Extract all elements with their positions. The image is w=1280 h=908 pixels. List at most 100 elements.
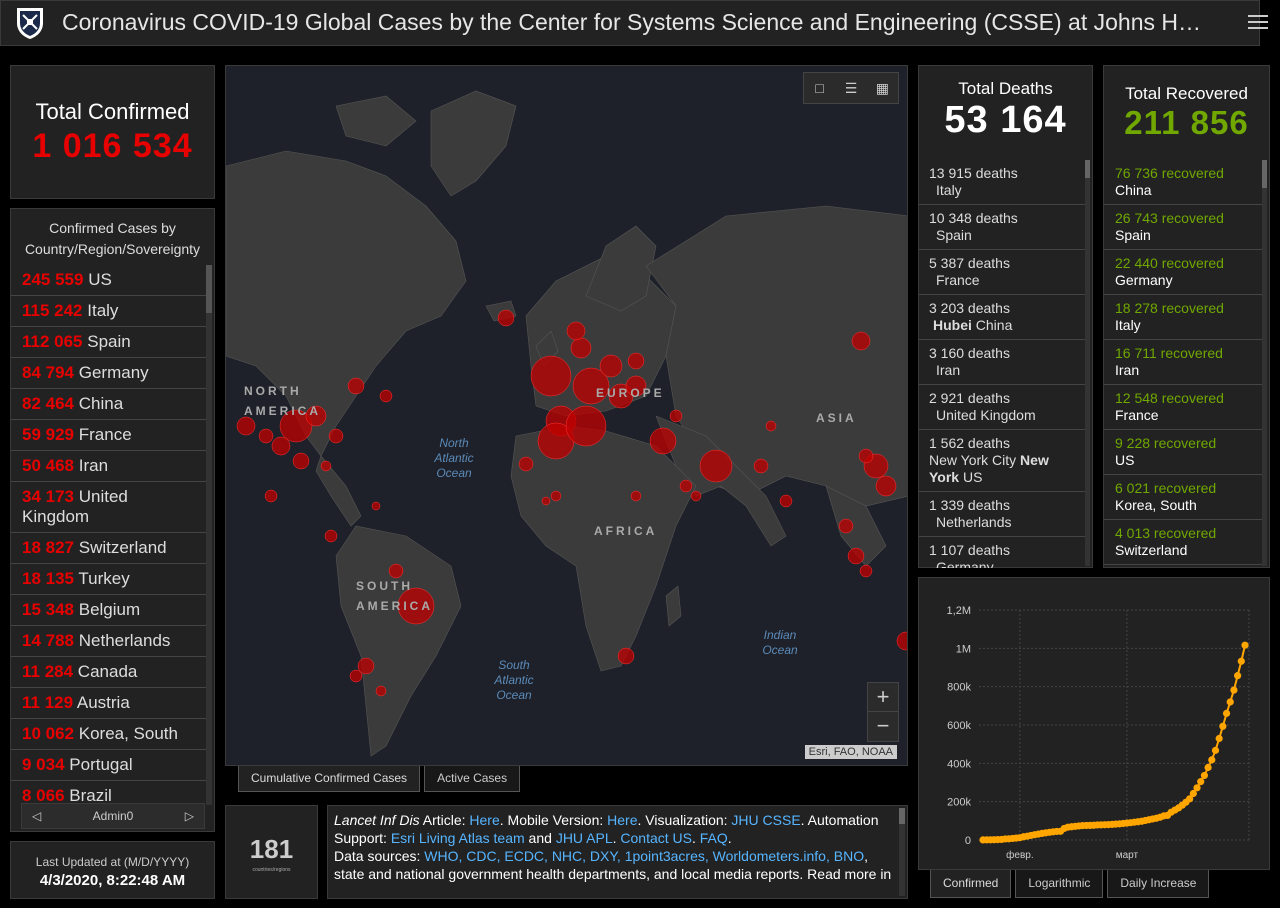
country-row[interactable]: 115 242 Italy — [11, 296, 207, 327]
map-tabs: Cumulative Confirmed Cases Active Cases — [238, 766, 524, 792]
jhu-apl-link[interactable]: JHU APL — [556, 830, 613, 846]
basemap-gallery-icon[interactable]: ▦ — [867, 73, 898, 103]
data-point[interactable] — [1197, 778, 1205, 786]
deaths-location-text: United Kingdom — [936, 407, 1036, 423]
legend-list-icon[interactable]: ☰ — [835, 73, 866, 103]
total-recovered-panel: Total Recovered 211 856 76 736 recovered… — [1103, 65, 1270, 568]
tab-cumulative-confirmed[interactable]: Cumulative Confirmed Cases — [238, 766, 421, 792]
data-point[interactable] — [1237, 657, 1245, 665]
country-row[interactable]: 10 062 Korea, South — [11, 719, 207, 750]
country-row[interactable]: 50 468 Iran — [11, 451, 207, 482]
data-sources-label: Data sources: — [334, 848, 425, 864]
scrollbar-thumb[interactable] — [206, 265, 212, 313]
recovered-row[interactable]: 76 736 recovered China — [1104, 160, 1262, 205]
total-confirmed-panel: Total Confirmed 1 016 534 — [10, 65, 215, 199]
country-row[interactable]: 8 066 Brazil — [11, 781, 207, 805]
jhu-csse-link[interactable]: JHU CSSE — [731, 812, 800, 828]
zoom-in-button[interactable]: + — [868, 683, 898, 712]
tab-daily-increase[interactable]: Daily Increase — [1107, 870, 1210, 898]
tab-active-cases[interactable]: Active Cases — [424, 766, 521, 792]
data-point[interactable] — [1230, 686, 1238, 694]
faq-link[interactable]: FAQ — [700, 830, 728, 846]
bookmark-icon[interactable]: □ — [804, 73, 835, 103]
country-row[interactable]: 14 788 Netherlands — [11, 626, 207, 657]
total-recovered-value: 211 856 — [1124, 104, 1249, 141]
deaths-scrollbar[interactable] — [1085, 160, 1090, 566]
deaths-row[interactable]: 2 921 deaths United Kingdom — [919, 385, 1085, 430]
world-map[interactable]: NORTH AMERICA SOUTH AMERICA EUROPE AFRIC… — [225, 65, 908, 766]
deaths-row[interactable]: 1 562 deaths New York City New York US — [919, 430, 1085, 492]
contact-us-link[interactable]: Contact US — [620, 830, 692, 846]
scrollbar-thumb[interactable] — [1085, 160, 1090, 178]
deaths-row[interactable]: 1 107 deaths Germany — [919, 537, 1085, 568]
deaths-location-bold: Hubei — [933, 317, 972, 333]
country-row[interactable]: 11 284 Canada — [11, 657, 207, 688]
country-row[interactable]: 18 135 Turkey — [11, 564, 207, 595]
recovered-row[interactable]: 26 743 recovered Spain — [1104, 205, 1262, 250]
deaths-count: 3 160 deaths — [929, 345, 1010, 361]
total-confirmed-value: 1 016 534 — [32, 127, 193, 165]
tab-confirmed[interactable]: Confirmed — [930, 870, 1012, 898]
country-row[interactable]: 34 173 United Kingdom — [11, 482, 207, 533]
deaths-location-text: France — [936, 272, 980, 288]
country-list-scrollbar[interactable] — [206, 265, 212, 805]
data-point[interactable] — [1211, 746, 1220, 754]
deaths-row[interactable]: 3 203 deaths Hubei China — [919, 295, 1085, 340]
data-point[interactable] — [1222, 709, 1231, 717]
chevron-left-icon[interactable]: ◁ — [32, 804, 41, 828]
info-scrollbar[interactable] — [899, 808, 905, 896]
esri-living-atlas-link[interactable]: Esri Living Atlas team — [391, 830, 525, 846]
data-point[interactable] — [1219, 722, 1227, 730]
menu-icon[interactable] — [1248, 12, 1268, 30]
scrollbar-thumb[interactable] — [899, 808, 905, 824]
recovered-row[interactable]: 18 278 recovered Italy — [1104, 295, 1262, 340]
country-row[interactable]: 11 129 Austria — [11, 688, 207, 719]
south-atlantic-label: South Atlantic Ocean — [494, 658, 534, 702]
recovered-row[interactable]: 6 021 recovered Korea, South — [1104, 475, 1262, 520]
info-text-8: . — [727, 830, 732, 846]
article-link[interactable]: Here — [469, 812, 499, 828]
deaths-count: 10 348 deaths — [929, 210, 1018, 226]
recovered-scrollbar[interactable] — [1262, 160, 1267, 566]
scrollbar-thumb[interactable] — [1262, 160, 1267, 188]
deaths-row[interactable]: 13 915 deaths Italy — [919, 160, 1085, 205]
total-confirmed-label: Total Confirmed — [35, 99, 190, 124]
country-row[interactable]: 112 065 Spain — [11, 327, 207, 358]
data-point[interactable] — [1208, 756, 1216, 764]
country-row[interactable]: 82 464 China — [11, 389, 207, 420]
deaths-row[interactable]: 10 348 deaths Spain — [919, 205, 1085, 250]
info-text-panel: Lancet Inf Dis Article: Here. Mobile Ver… — [327, 805, 908, 899]
country-row[interactable]: 15 348 Belgium — [11, 595, 207, 626]
deaths-row[interactable]: 3 160 deaths Iran — [919, 340, 1085, 385]
recovered-row[interactable]: 16 711 recovered Iran — [1104, 340, 1262, 385]
country-row[interactable]: 18 827 Switzerland — [11, 533, 207, 564]
data-point[interactable] — [1193, 784, 1201, 792]
zoom-out-button[interactable]: − — [868, 712, 898, 741]
data-point[interactable] — [1204, 763, 1212, 772]
data-sources-link[interactable]: WHO, CDC, ECDC, NHC, DXY, 1point3acres, … — [424, 848, 864, 864]
country-row[interactable]: 245 559 US — [11, 265, 207, 296]
recovered-row[interactable]: 4 013 recovered Switzerland — [1104, 520, 1262, 565]
tab-logarithmic[interactable]: Logarithmic — [1015, 870, 1104, 898]
total-deaths-panel: Total Deaths 53 164 13 915 deaths Italy 10… — [918, 65, 1093, 568]
recovered-row[interactable]: 9 228 recovered US — [1104, 430, 1262, 475]
country-row[interactable]: 9 034 Portugal — [11, 750, 207, 781]
data-point[interactable] — [1226, 698, 1234, 706]
deaths-location: New York City New York US — [929, 452, 1075, 486]
data-point[interactable] — [1215, 734, 1223, 743]
admin-selector[interactable]: ◁ Admin0 ▷ — [21, 803, 205, 829]
data-point[interactable] — [1241, 641, 1249, 649]
recovered-row[interactable]: 22 440 recovered Germany — [1104, 250, 1262, 295]
recovered-row[interactable]: 12 548 recovered France — [1104, 385, 1262, 430]
data-point[interactable] — [1200, 771, 1209, 780]
country-row[interactable]: 59 929 France — [11, 420, 207, 451]
recovered-count: 6 021 recovered — [1115, 480, 1217, 496]
deaths-location-country: US — [959, 469, 983, 485]
deaths-row[interactable]: 5 387 deaths France — [919, 250, 1085, 295]
country-row[interactable]: 84 794 Germany — [11, 358, 207, 389]
data-point[interactable] — [1234, 672, 1242, 680]
chevron-right-icon[interactable]: ▷ — [185, 804, 194, 828]
mobile-version-link[interactable]: Here — [607, 812, 637, 828]
y-tick-label: 200k — [947, 797, 971, 809]
deaths-row[interactable]: 1 339 deaths Netherlands — [919, 492, 1085, 537]
